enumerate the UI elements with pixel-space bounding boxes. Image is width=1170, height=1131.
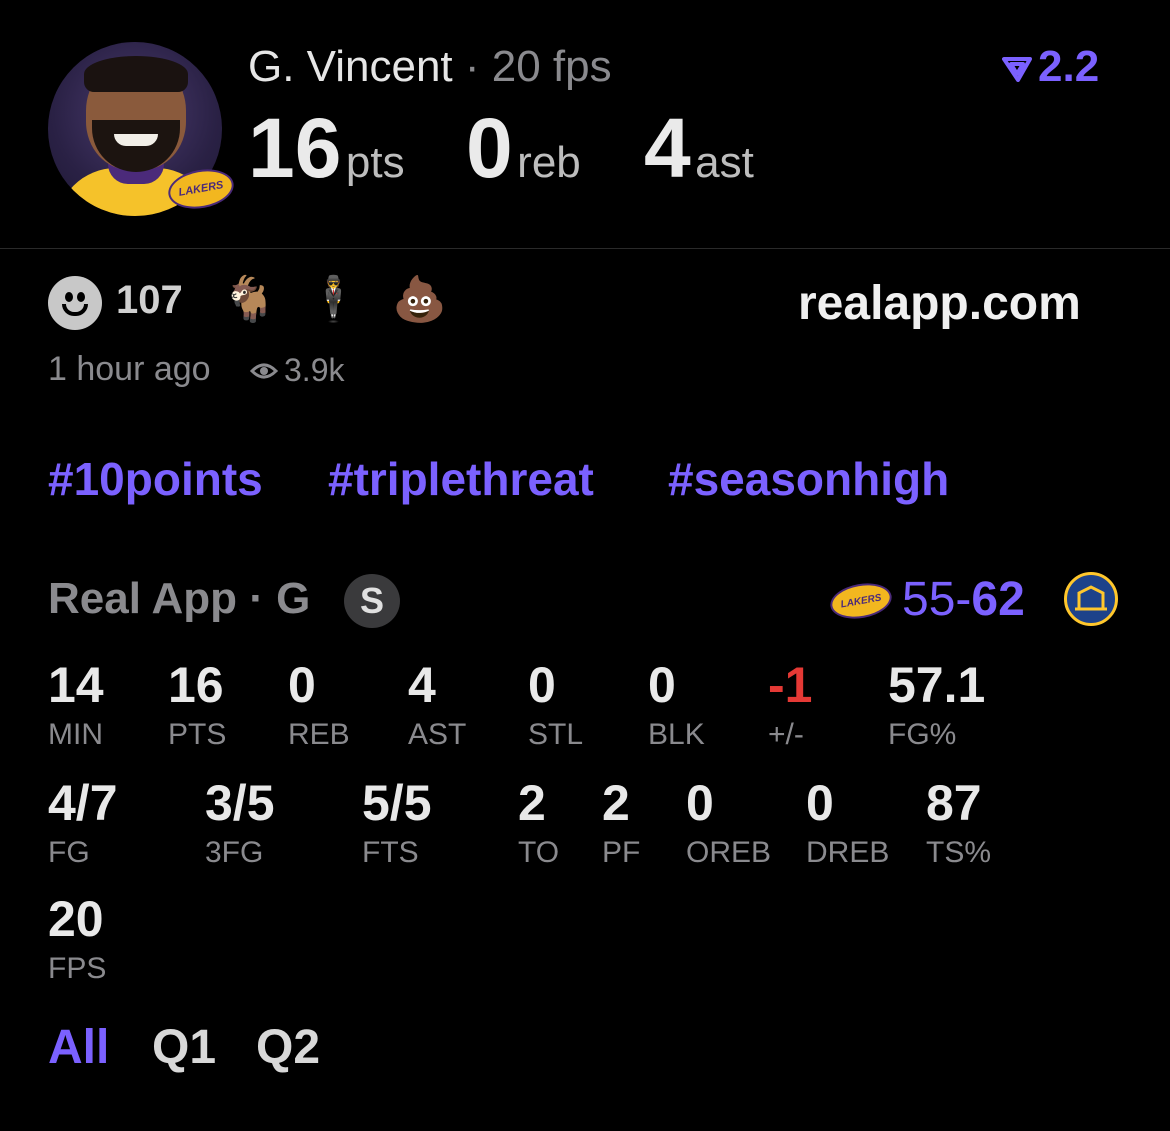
stat-label-fg: FG — [48, 836, 90, 869]
reaction-count: 107 — [116, 278, 183, 322]
poop-emoji-icon[interactable]: 💩 — [392, 278, 447, 322]
stat-label-pf: PF — [602, 836, 641, 869]
stat-label-fts: FTS — [362, 836, 419, 869]
pts-value: 16 — [248, 101, 342, 195]
hashtag-10points[interactable]: #10points — [48, 452, 263, 506]
reb-value: 0 — [466, 101, 513, 195]
post-time: 1 hour ago — [48, 350, 211, 388]
stat-value-fg: 4/7 — [48, 775, 118, 831]
ast-stat: 4 ast — [644, 100, 754, 197]
home-score: 55- — [902, 573, 972, 626]
stat-label-blk: BLK — [648, 718, 705, 751]
ast-value: 4 — [644, 101, 691, 195]
player-name[interactable]: G. Vincent — [248, 42, 453, 91]
beard-shape — [92, 120, 180, 172]
stat-value-fgpct: 57.1 — [888, 657, 986, 713]
away-score: 62 — [971, 573, 1025, 626]
stat-value-oreb: 0 — [686, 775, 714, 831]
version-text: 2.2 — [1038, 42, 1100, 91]
goat-emoji-icon[interactable]: 🐐 — [222, 278, 277, 322]
tab-all[interactable]: All — [48, 1020, 109, 1075]
stat-value-3fg: 3/5 — [205, 775, 275, 831]
lakers-logo-text: LAKERS — [839, 592, 883, 610]
stat-label-to: TO — [518, 836, 560, 869]
stat-value-stl: 0 — [528, 657, 556, 713]
stat-value-pts: 16 — [168, 657, 224, 713]
stat-value-pf: 2 — [602, 775, 630, 831]
hair-shape — [84, 56, 188, 92]
smile-shape — [114, 134, 158, 146]
hashtag-triplethreat[interactable]: #triplethreat — [328, 452, 594, 506]
lakers-logo-icon: LAKERS — [827, 578, 895, 624]
pts-stat: 16 pts — [248, 100, 405, 197]
game-score[interactable]: 55-62 — [902, 572, 1025, 627]
ast-unit: ast — [695, 138, 754, 187]
stat-label-stl: STL — [528, 718, 584, 751]
stat-value-fts: 5/5 — [362, 775, 432, 831]
warriors-logo-icon — [1064, 572, 1118, 626]
real-logo-icon — [1002, 57, 1032, 83]
stat-label-3fg: 3FG — [205, 836, 264, 869]
stat-value-min: 14 — [48, 657, 104, 713]
stat-label-oreb: OREB — [686, 836, 772, 869]
stat-value-tspct: 87 — [926, 775, 982, 831]
reb-stat: 0 reb — [466, 100, 581, 197]
player-name-line: G. Vincent · 20 fps — [248, 42, 612, 92]
eye-icon — [250, 363, 278, 378]
stat-value-fps: 20 — [48, 891, 104, 947]
view-count-text: 3.9k — [284, 352, 345, 388]
starter-badge: S — [344, 574, 400, 628]
stat-value-blk: 0 — [648, 657, 676, 713]
reb-unit: reb — [517, 138, 581, 187]
tab-q2[interactable]: Q2 — [256, 1020, 320, 1075]
fps-text: 20 fps — [491, 42, 612, 91]
commissioner-emoji-icon[interactable]: 🕴 — [306, 278, 361, 322]
stat-label-dreb: DREB — [806, 836, 890, 869]
hashtag-seasonhigh[interactable]: #seasonhigh — [668, 452, 949, 506]
stat-value-to: 2 — [518, 775, 546, 831]
game-label: Real App · G — [48, 574, 311, 623]
stat-label-fps: FPS — [48, 952, 107, 985]
divider — [0, 248, 1170, 249]
stat-value-reb: 0 — [288, 657, 316, 713]
stat-label-ast: AST — [408, 718, 467, 751]
stat-label-pts: PTS — [168, 718, 227, 751]
stat-value-dreb: 0 — [806, 775, 834, 831]
tab-q1[interactable]: Q1 — [152, 1020, 216, 1075]
stat-label-plusminus: +/- — [768, 718, 804, 751]
stat-label-fgpct: FG% — [888, 718, 957, 751]
pts-unit: pts — [345, 138, 405, 187]
stat-value-ast: 4 — [408, 657, 436, 713]
smiley-reaction-icon[interactable] — [48, 276, 102, 330]
team-logo-text: LAKERS — [177, 179, 225, 199]
version-badge[interactable]: 2.2 — [1002, 42, 1099, 92]
stat-label-reb: REB — [288, 718, 350, 751]
stat-label-min: MIN — [48, 718, 103, 751]
stat-value-plusminus: -1 — [768, 657, 813, 713]
stat-label-tspct: TS% — [926, 836, 992, 869]
separator: · — [464, 42, 480, 91]
site-link[interactable]: realapp.com — [798, 276, 1081, 331]
view-count: 3.9k — [250, 352, 344, 389]
